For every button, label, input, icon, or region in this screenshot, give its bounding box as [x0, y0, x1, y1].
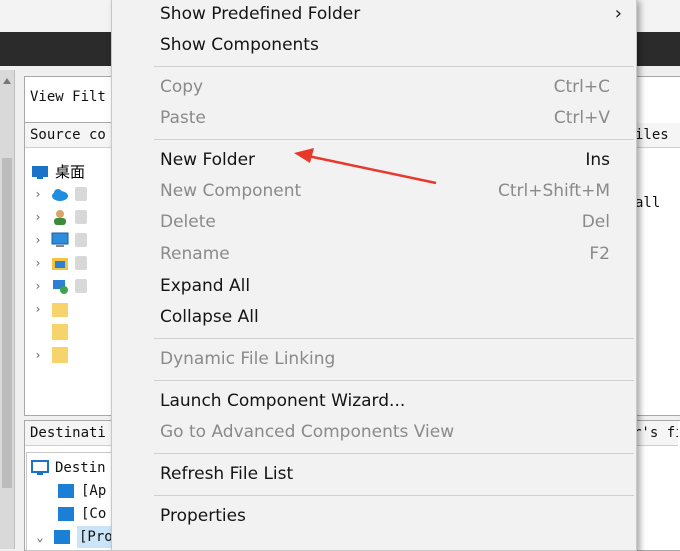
- arrow-shaft: [307, 154, 437, 185]
- arrow-head-icon: [294, 148, 314, 163]
- annotation-arrow: [294, 148, 437, 185]
